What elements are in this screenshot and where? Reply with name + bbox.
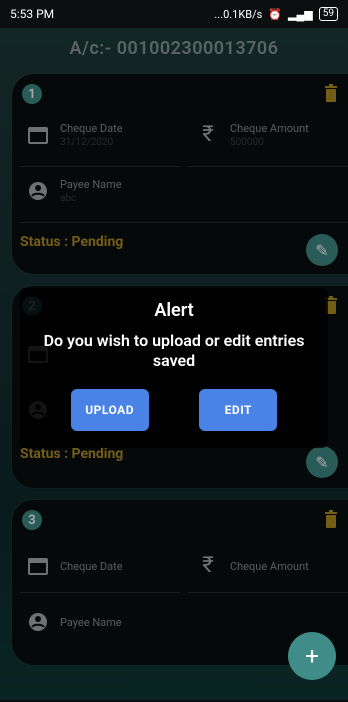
alarm-icon: ⏰	[268, 7, 283, 21]
dialog-title: Alert	[154, 300, 194, 321]
status-time: 5:53 PM	[10, 7, 55, 21]
signal-icon: ▂▄▆	[288, 7, 313, 21]
status-icons: ...0.1KB/s ⏰ ▂▄▆ 59	[214, 7, 338, 21]
dialog-actions: UPLOAD EDIT	[20, 389, 328, 431]
alert-dialog: Alert Do you wish to upload or edit entr…	[20, 288, 328, 448]
network-speed: ...0.1KB/s	[214, 7, 263, 21]
app-screen: 5:53 PM ...0.1KB/s ⏰ ▂▄▆ 59 A/c:- 001002…	[0, 0, 348, 702]
status-bar: 5:53 PM ...0.1KB/s ⏰ ▂▄▆ 59	[0, 0, 348, 28]
plus-icon: +	[305, 642, 319, 670]
edit-dialog-button[interactable]: EDIT	[199, 389, 278, 431]
battery-icon: 59	[318, 7, 338, 21]
add-cheque-button[interactable]: +	[288, 632, 336, 680]
upload-button[interactable]: UPLOAD	[70, 389, 149, 431]
dialog-message: Do you wish to upload or edit entries sa…	[43, 331, 305, 370]
